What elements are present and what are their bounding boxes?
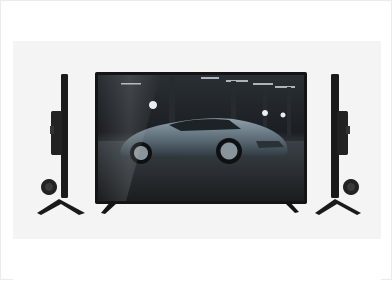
tv-front-view bbox=[95, 72, 307, 214]
tv-product-illustration bbox=[37, 72, 361, 215]
tv-side-view-right bbox=[315, 74, 361, 215]
tv-side-view-left bbox=[37, 74, 85, 215]
product-image-frame bbox=[0, 0, 392, 281]
